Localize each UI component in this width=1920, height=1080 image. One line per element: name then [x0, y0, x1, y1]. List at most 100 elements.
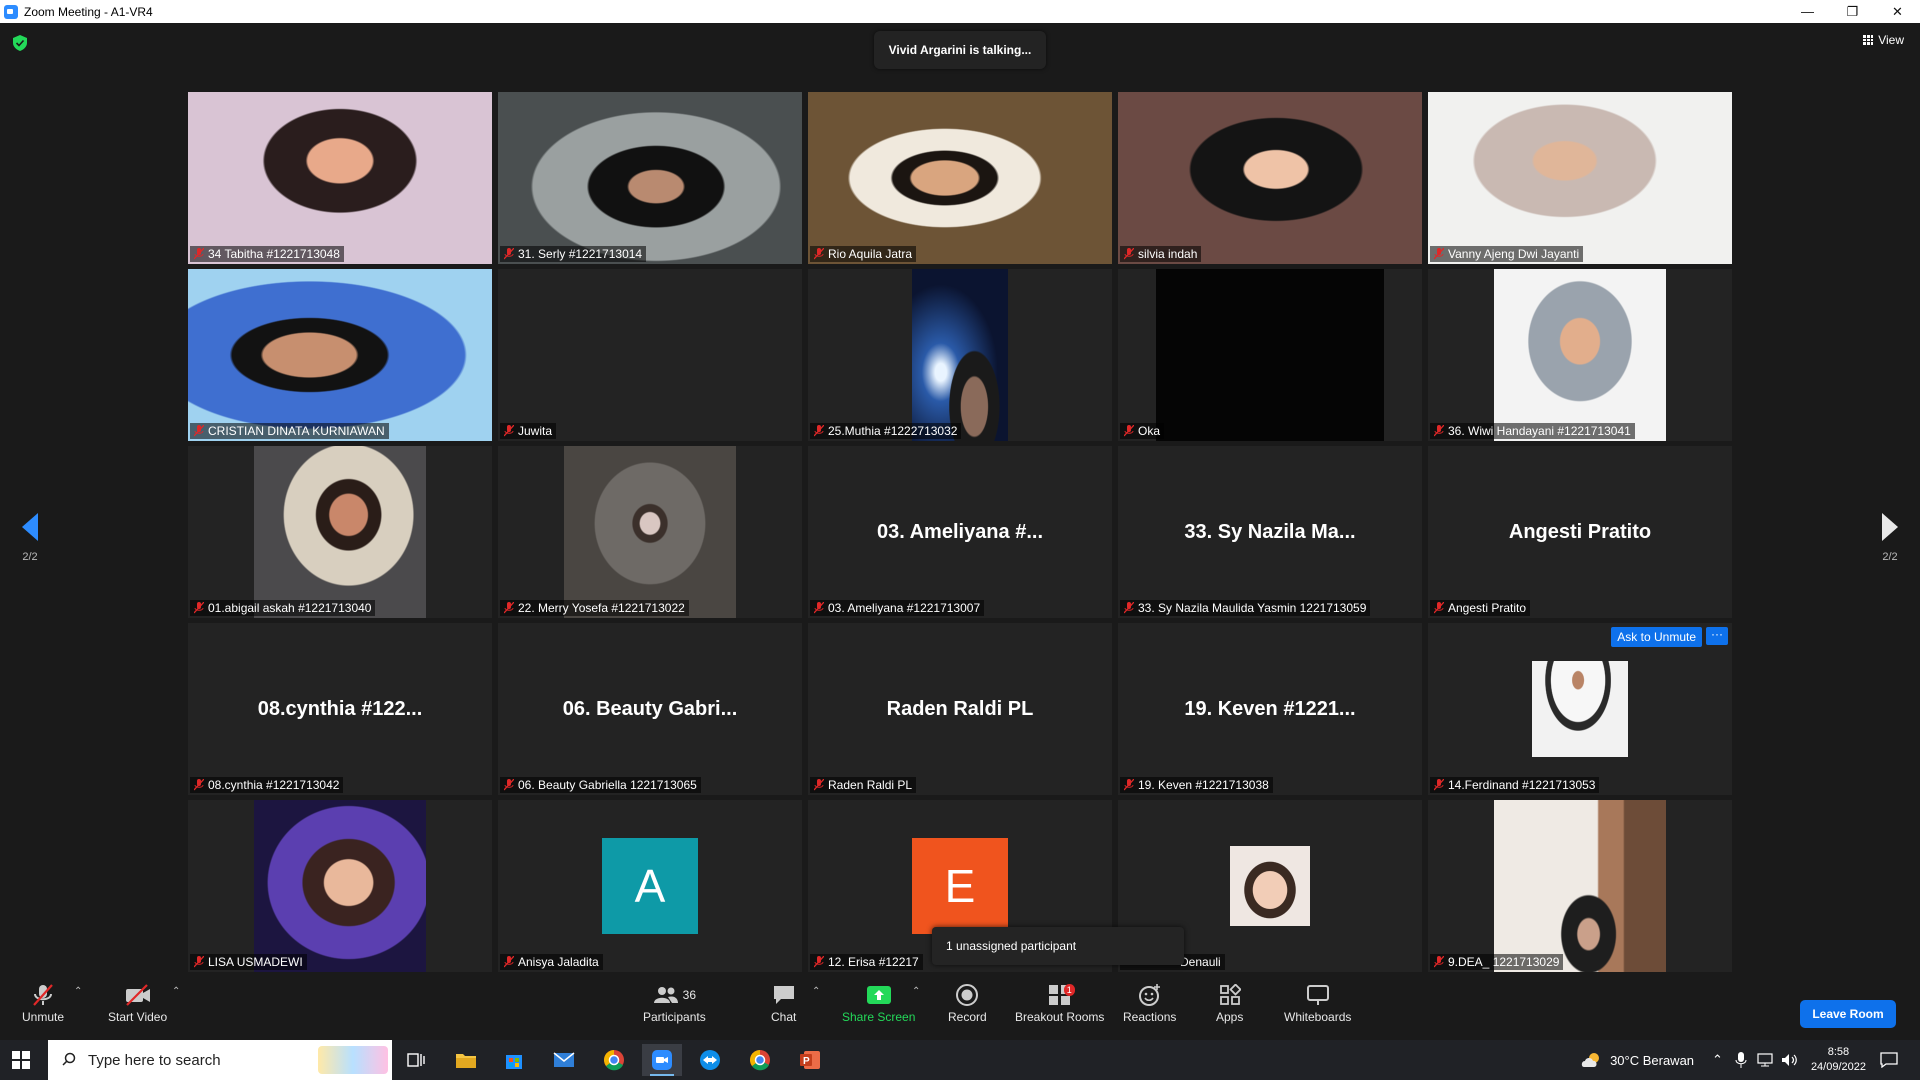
file-explorer-icon[interactable]	[446, 1044, 486, 1076]
participant-name-label: Anisya Jaladita	[500, 954, 603, 970]
muted-mic-icon	[1124, 779, 1134, 791]
weather-text: 30°C Berawan	[1610, 1052, 1695, 1068]
participant-video	[1428, 92, 1732, 264]
more-options-button[interactable]: ···	[1706, 627, 1728, 645]
participant-name-label: 14.Ferdinand #1221713053	[1430, 777, 1600, 793]
participant-tile[interactable]: 19. Keven #1221... 19. Keven #1221713038	[1118, 623, 1422, 795]
windows-taskbar: Type here to search P 30°C Berawan ⌃ 8:5…	[0, 1040, 1920, 1080]
next-page-button[interactable]: 2/2	[1870, 513, 1910, 563]
ask-to-unmute-button[interactable]: Ask to Unmute	[1611, 627, 1702, 647]
participant-name-label: 25.Muthia #1222713032	[810, 423, 962, 439]
maximize-button[interactable]: ❐	[1830, 0, 1875, 23]
security-shield-icon[interactable]	[13, 35, 27, 51]
share-screen-button[interactable]: Share Screen	[842, 982, 915, 1024]
participant-tile[interactable]: 36. Wiwi Handayani #1221713041	[1428, 269, 1732, 441]
notifications-icon[interactable]	[1880, 1052, 1898, 1068]
participant-tile[interactable]: silvia indah	[1118, 92, 1422, 264]
participant-tile[interactable]: 06. Beauty Gabri... 06. Beauty Gabriella…	[498, 623, 802, 795]
participant-name-label: 01.abigail askah #1221713040	[190, 600, 376, 616]
record-button[interactable]: Record	[948, 982, 987, 1024]
breakout-rooms-button[interactable]: 1 Breakout Rooms	[1015, 982, 1104, 1024]
apps-button[interactable]: Apps	[1216, 982, 1243, 1024]
participant-gallery: 34 Tabitha #1221713048 31. Serly #122171…	[188, 92, 1732, 972]
mail-icon[interactable]	[544, 1044, 584, 1076]
muted-mic-icon	[194, 425, 204, 437]
chrome-profile-icon[interactable]	[740, 1044, 780, 1076]
reactions-button[interactable]: Reactions	[1123, 982, 1176, 1024]
search-icon	[62, 1052, 76, 1066]
video-options-caret[interactable]: ⌃	[172, 986, 180, 997]
share-options-caret[interactable]: ⌃	[912, 986, 920, 997]
participant-tile[interactable]: Angesti Pratito Angesti Pratito	[1428, 446, 1732, 618]
view-label: View	[1878, 33, 1904, 47]
participant-name-label: 36. Wiwi Handayani #1221713041	[1430, 423, 1635, 439]
participant-tile[interactable]: 22. Merry Yosefa #1221713022	[498, 446, 802, 618]
muted-mic-icon	[1124, 602, 1134, 614]
participant-photo	[1230, 846, 1310, 926]
chat-icon	[773, 986, 794, 1004]
windows-start-icon[interactable]	[12, 1051, 30, 1069]
participants-count: 36	[682, 988, 697, 1002]
previous-page-button[interactable]: 2/2	[10, 513, 50, 563]
arrow-left-icon	[22, 513, 38, 541]
taskbar-clock[interactable]: 8:58 24/09/2022	[1811, 1045, 1866, 1075]
store-icon[interactable]	[494, 1044, 534, 1076]
whiteboards-button[interactable]: Whiteboards	[1284, 982, 1351, 1024]
audio-options-caret[interactable]: ⌃	[74, 986, 82, 997]
participant-tile[interactable]: Juwita	[498, 269, 802, 441]
network-icon[interactable]	[1757, 1053, 1773, 1067]
participant-tile[interactable]: 33. Sy Nazila Ma... 33. Sy Nazila Maulid…	[1118, 446, 1422, 618]
participant-name-label: 12. Erisa #12217	[810, 954, 923, 970]
participant-video	[912, 269, 1008, 441]
participant-initial-avatar: E	[912, 838, 1008, 934]
view-button[interactable]: View	[1863, 33, 1904, 47]
participant-tile[interactable]: 01.abigail askah #1221713040	[188, 446, 492, 618]
close-button[interactable]: ✕	[1875, 0, 1920, 23]
muted-mic-icon	[194, 779, 204, 791]
participant-tile[interactable]: Vanny Ajeng Dwi Jayanti	[1428, 92, 1732, 264]
participant-name-label: CRISTIAN DINATA KURNIAWAN	[190, 423, 389, 439]
minimize-button[interactable]: —	[1785, 0, 1830, 23]
chevron-up-icon[interactable]: ⌃	[1712, 1052, 1723, 1068]
participant-tile[interactable]: Raden Raldi PL Raden Raldi PL	[808, 623, 1112, 795]
participant-display-name: 08.cynthia #122...	[257, 697, 423, 720]
participant-photo	[254, 800, 426, 972]
chat-button[interactable]: Chat	[771, 982, 796, 1024]
teamviewer-icon[interactable]	[690, 1044, 730, 1076]
participant-tile[interactable]: 25.Muthia #1222713032	[808, 269, 1112, 441]
muted-mic-icon	[1434, 956, 1444, 968]
participant-tile[interactable]: LISA USMADEWI	[188, 800, 492, 972]
chrome-icon[interactable]	[594, 1044, 634, 1076]
start-video-button[interactable]: Start Video	[108, 982, 167, 1024]
participant-tile[interactable]: 34 Tabitha #1221713048	[188, 92, 492, 264]
window-title: Zoom Meeting - A1-VR4	[24, 4, 153, 19]
participant-name-label: 19. Keven #1221713038	[1120, 777, 1273, 793]
participants-button[interactable]: 36 Participants	[643, 982, 706, 1024]
participant-tile[interactable]: A Anisya Jaladita	[498, 800, 802, 972]
participant-tile[interactable]: Rio Aquila Jatra	[808, 92, 1112, 264]
weather-cloud-icon	[1581, 1053, 1600, 1067]
volume-icon[interactable]	[1781, 1053, 1799, 1067]
leave-room-button[interactable]: Leave Room	[1800, 1000, 1896, 1028]
arrow-right-icon	[1882, 513, 1898, 541]
zoom-taskbar-icon[interactable]	[642, 1044, 682, 1076]
powerpoint-icon[interactable]: P	[790, 1044, 830, 1076]
participant-tile[interactable]: CRISTIAN DINATA KURNIAWAN	[188, 269, 492, 441]
participant-name-label: Vanny Ajeng Dwi Jayanti	[1430, 246, 1584, 262]
reactions-icon	[1138, 984, 1160, 1006]
participant-name-label: LISA USMADEWI	[190, 954, 307, 970]
participant-tile[interactable]: 03. Ameliyana #... 03. Ameliyana #122171…	[808, 446, 1112, 618]
unassigned-participant-tooltip: 1 unassigned participant	[932, 927, 1184, 965]
participant-tile[interactable]: Ask to Unmute ··· 14.Ferdinand #12217130…	[1428, 623, 1732, 795]
chat-options-caret[interactable]: ⌃	[812, 986, 820, 997]
microphone-icon[interactable]	[1735, 1052, 1747, 1068]
participant-tile[interactable]: 31. Serly #1221713014	[498, 92, 802, 264]
unmute-button[interactable]: Unmute	[22, 982, 64, 1024]
participant-name-label: 9.DEA_ 1221713029	[1430, 954, 1564, 970]
participant-tile[interactable]: 08.cynthia #122... 08.cynthia #122171304…	[188, 623, 492, 795]
taskbar-search-box[interactable]: Type here to search	[48, 1040, 392, 1080]
task-view-icon[interactable]	[396, 1044, 436, 1076]
participant-tile[interactable]: 9.DEA_ 1221713029	[1428, 800, 1732, 972]
apps-icon	[1219, 984, 1241, 1005]
participant-tile[interactable]: Oka	[1118, 269, 1422, 441]
